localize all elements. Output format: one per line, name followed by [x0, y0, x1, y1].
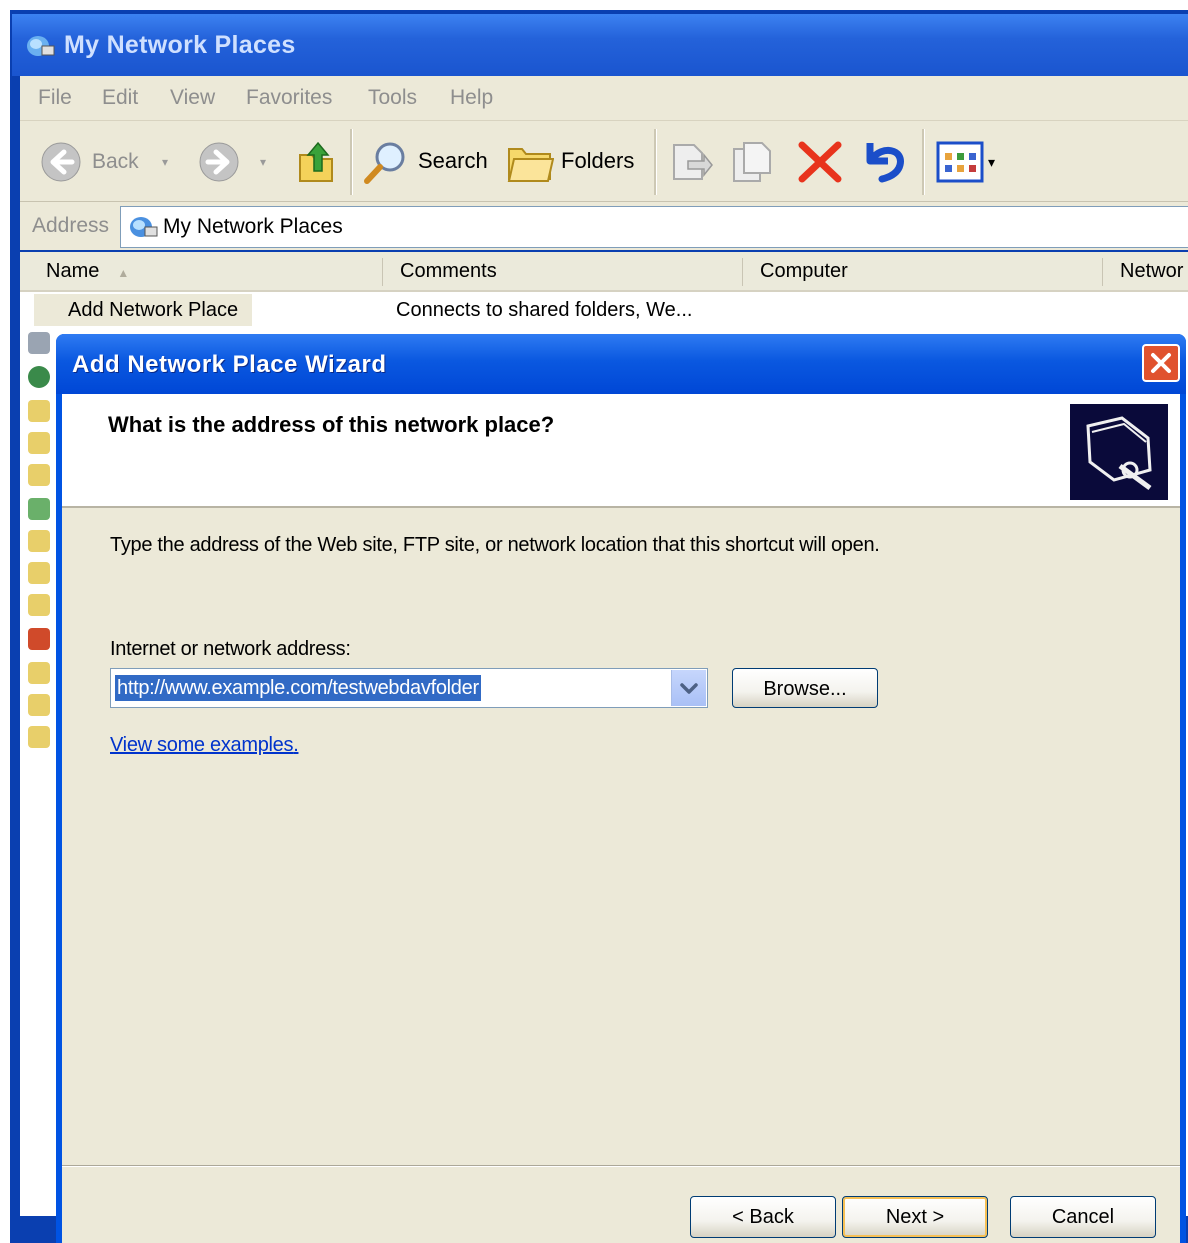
address-field-label: Internet or network address:: [110, 638, 351, 660]
network-drive-icon: [28, 332, 50, 354]
folder-icon: [28, 562, 50, 584]
folder-icon: [28, 662, 50, 684]
wizard-network-folder-icon: [1070, 404, 1168, 500]
network-folder-icon: [28, 498, 50, 520]
next-button[interactable]: Next >: [842, 1196, 988, 1238]
views-button[interactable]: ▾: [936, 139, 1006, 185]
wizard-header: What is the address of this network plac…: [62, 394, 1180, 508]
menu-file[interactable]: File: [38, 76, 72, 120]
menu-edit[interactable]: Edit: [102, 76, 138, 120]
chevron-down-icon: ▾: [988, 154, 996, 170]
column-network[interactable]: Networ: [1120, 252, 1183, 290]
forward-arrow-icon[interactable]: [198, 141, 240, 183]
toolbar-separator: [654, 129, 657, 195]
folders-icon: [507, 148, 554, 182]
toolbar: Back ▾ ▾ Search Folders ▾: [20, 121, 1188, 202]
column-comments[interactable]: Comments: [400, 252, 497, 290]
column-computer[interactable]: Computer: [760, 252, 848, 290]
search-button[interactable]: Search: [362, 135, 492, 187]
back-label: Back: [92, 150, 139, 173]
menu-view[interactable]: View: [170, 76, 215, 120]
chevron-down-icon[interactable]: ▾: [260, 141, 266, 183]
view-examples-link[interactable]: View some examples.: [110, 734, 299, 757]
list-item-name: Add Network Place: [34, 294, 253, 326]
column-header-row: Name ▲ Comments Computer Networ: [20, 252, 1188, 292]
folders-label: Folders: [561, 148, 635, 173]
move-to-icon[interactable]: [668, 139, 714, 185]
column-name[interactable]: Name ▲: [46, 252, 129, 290]
globe-icon: [28, 366, 50, 388]
close-icon: [1151, 353, 1171, 373]
column-divider[interactable]: [742, 258, 743, 286]
list-item[interactable]: Add Network Place Connects to shared fol…: [20, 292, 1188, 328]
back-button[interactable]: < Back: [690, 1196, 836, 1238]
views-icon: [936, 141, 984, 183]
wizard-heading: What is the address of this network plac…: [108, 412, 555, 437]
footer-divider: [62, 1165, 1180, 1167]
address-bar: Address My Network Places: [20, 202, 1188, 250]
sort-ascending-icon: ▲: [117, 266, 130, 280]
dropdown-arrow-icon: [680, 683, 698, 694]
add-network-place-wizard: Add Network Place Wizard What is the add…: [56, 334, 1186, 1243]
explorer-titlebar[interactable]: My Network Places: [12, 14, 1188, 76]
up-folder-icon[interactable]: [296, 137, 336, 185]
folder-icon: [28, 530, 50, 552]
search-icon: [364, 142, 405, 184]
wizard-title: Add Network Place Wizard: [72, 351, 387, 378]
search-label: Search: [418, 148, 488, 173]
address-label: Address: [32, 214, 110, 237]
column-divider[interactable]: [382, 258, 383, 286]
examples-link-period: .: [293, 734, 299, 756]
explorer-title: My Network Places: [64, 31, 296, 59]
delete-icon[interactable]: [796, 139, 844, 185]
network-places-icon: [27, 36, 55, 56]
view-examples-link-text[interactable]: View some examples: [110, 734, 294, 756]
cancel-button[interactable]: Cancel: [1010, 1196, 1156, 1238]
toolbar-separator: [350, 129, 353, 195]
back-arrow-icon: [41, 142, 81, 182]
browse-button[interactable]: Browse...: [732, 668, 878, 708]
colored-app-icon: [28, 628, 50, 650]
menu-bar: File Edit View Favorites Tools Help: [20, 76, 1188, 121]
wizard-titlebar[interactable]: Add Network Place Wizard: [56, 334, 1186, 394]
wizard-description: Type the address of the Web site, FTP si…: [110, 534, 880, 556]
network-address-input[interactable]: http://www.example.com/testwebdavfolder: [115, 675, 481, 701]
toolbar-separator: [922, 129, 925, 195]
copy-to-icon[interactable]: [730, 139, 776, 185]
dropdown-button[interactable]: [671, 670, 706, 706]
menu-help[interactable]: Help: [450, 76, 493, 120]
column-divider[interactable]: [1102, 258, 1103, 286]
folder-icon: [28, 694, 50, 716]
close-button[interactable]: [1142, 344, 1180, 382]
back-button[interactable]: Back ▾: [40, 141, 168, 182]
address-value: My Network Places: [163, 215, 343, 238]
folder-icon: [28, 464, 50, 486]
list-item-comment: Connects to shared folders, We...: [396, 299, 693, 321]
folders-button[interactable]: Folders: [506, 135, 646, 187]
network-address-combobox[interactable]: http://www.example.com/testwebdavfolder: [110, 668, 708, 708]
folder-icon: [28, 726, 50, 748]
address-field[interactable]: My Network Places: [120, 206, 1188, 248]
undo-icon[interactable]: [860, 137, 910, 185]
folder-icon: [28, 594, 50, 616]
folder-icon: [28, 432, 50, 454]
network-places-icon: [130, 217, 158, 237]
menu-tools[interactable]: Tools: [368, 76, 417, 120]
folder-icon: [28, 400, 50, 422]
chevron-down-icon: ▾: [162, 155, 169, 169]
menu-favorites[interactable]: Favorites: [246, 76, 332, 120]
wizard-body: What is the address of this network plac…: [62, 394, 1180, 1243]
